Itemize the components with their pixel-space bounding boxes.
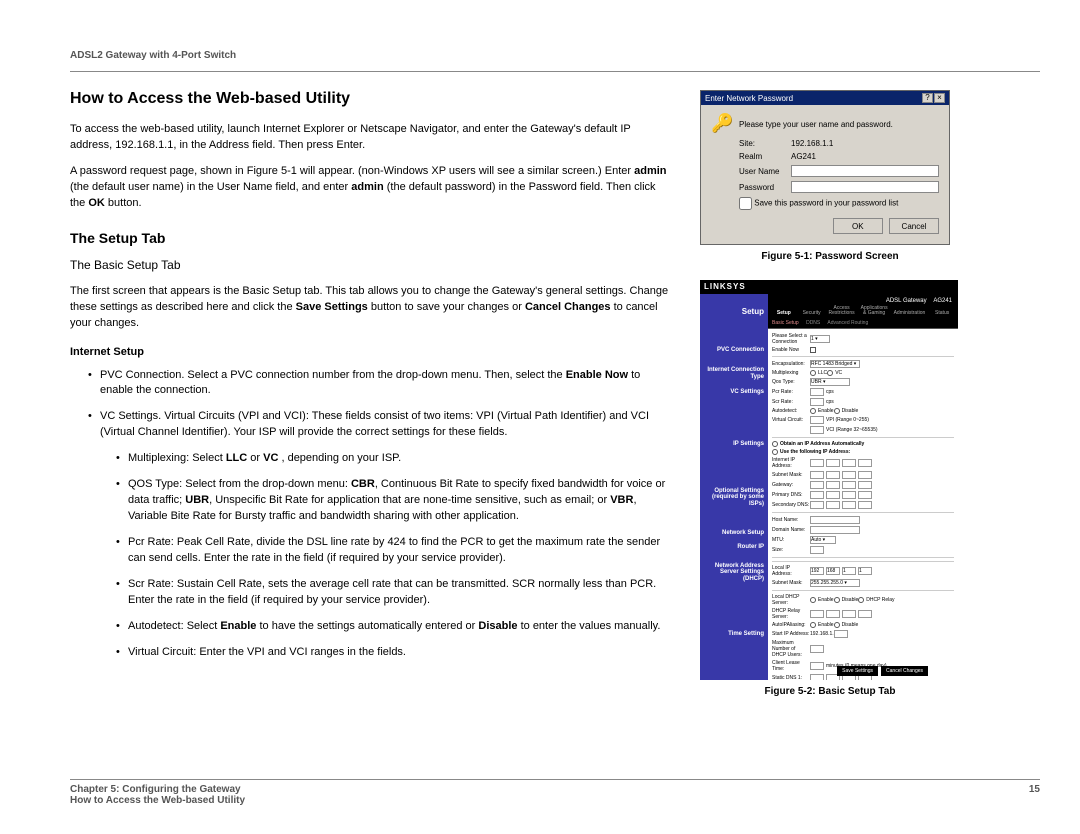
sidebar-setup: Setup [700, 308, 768, 321]
router-form: Please Select a Connection1 ▾ Enable Now… [768, 329, 958, 680]
close-icon[interactable]: × [934, 93, 945, 103]
sidebar-time: Time Setting [700, 627, 768, 642]
sidebar-network: Network Setup [700, 526, 768, 541]
page-number: 15 [1029, 784, 1040, 795]
sidebar-ip: IP Settings [700, 437, 768, 452]
subtab-routing[interactable]: Advanced Routing [827, 320, 868, 326]
heading-internet-setup: Internet Setup [70, 346, 670, 358]
footer-rule [70, 779, 1040, 780]
dialog-prompt: Please type your user name and password. [739, 120, 893, 129]
list-item-pcr: Pcr Rate: Peak Cell Rate, divide the DSL… [116, 535, 670, 567]
password-label: Password [739, 183, 791, 192]
page-footer: Chapter 5: Configuring the Gateway 15 Ho… [70, 779, 1040, 806]
tab-security[interactable]: Security [798, 309, 826, 318]
key-icon: 🔑 [711, 113, 733, 135]
heading-basic-setup: The Basic Setup Tab [70, 258, 670, 272]
dialog-body: 🔑 Please type your user name and passwor… [701, 105, 949, 244]
figure-1-caption: Figure 5-1: Password Screen [700, 251, 960, 262]
list-item-vc: VC Settings. Virtual Circuits (VPI and V… [88, 409, 670, 660]
realm-value: AG241 [791, 152, 816, 161]
cancel-button[interactable]: Cancel [889, 218, 939, 234]
header-rule [70, 71, 1040, 72]
qos-select[interactable]: UBR ▾ [810, 378, 850, 386]
tab-access[interactable]: Access Restrictions [826, 304, 858, 318]
save-settings-button[interactable]: Save Settings [837, 666, 878, 676]
save-password-row: Save this password in your password list [739, 197, 939, 210]
sidebar-vc: VC Settings [700, 385, 768, 400]
para-basic-setup: The first screen that appears is the Bas… [70, 284, 670, 332]
subtab-basic[interactable]: Basic Setup [772, 320, 799, 326]
footer-section: How to Access the Web-based Utility [70, 795, 1040, 806]
sub-list: Multiplexing: Select LLC or VC , dependi… [100, 451, 670, 660]
username-label: User Name [739, 167, 791, 176]
username-field[interactable] [791, 165, 939, 177]
realm-label: Realm [739, 152, 791, 161]
help-icon[interactable]: ? [922, 93, 933, 103]
main-content: How to Access the Web-based Utility To a… [70, 90, 1040, 715]
heading-setup-tab: The Setup Tab [70, 230, 670, 246]
save-password-checkbox[interactable] [739, 197, 752, 210]
sidebar-routerip: Router IP [700, 540, 768, 555]
list-item-qos: QOS Type: Select from the drop-down menu… [116, 477, 670, 525]
sidebar-dhcp: Network Address Server Settings (DHCP) [700, 559, 768, 587]
dialog-buttons: OK Cancel [711, 218, 939, 234]
para-access-2: A password request page, shown in Figure… [70, 164, 670, 212]
router-action-bar: Save Settings Cancel Changes [837, 666, 928, 676]
ok-button[interactable]: OK [833, 218, 883, 234]
router-subtabs: Basic Setup DDNS Advanced Routing [768, 318, 958, 329]
router-header: LINKSYS [700, 280, 958, 294]
list-item-multiplexing: Multiplexing: Select LLC or VC , dependi… [116, 451, 670, 467]
save-password-label: Save this password in your password list [754, 199, 898, 208]
tab-apps[interactable]: Applications & Gaming [858, 304, 891, 318]
subtab-ddns[interactable]: DDNS [806, 320, 820, 326]
linksys-logo: LINKSYS [704, 282, 746, 291]
figure-2-caption: Figure 5-2: Basic Setup Tab [700, 686, 960, 697]
text-column: How to Access the Web-based Utility To a… [70, 90, 670, 715]
list-item-autodetect: Autodetect: Select Enable to have the se… [116, 619, 670, 635]
product-header: ADSL2 Gateway with 4-Port Switch [70, 50, 1040, 61]
sidebar-pvc: PVC Connection [700, 343, 768, 358]
encap-select[interactable]: RFC 1483 Bridged ▾ [810, 360, 860, 368]
router-ui: LINKSYS ADSL Gateway AG241 Setup PVC Con… [700, 280, 958, 680]
enable-check[interactable] [810, 347, 816, 353]
router-sidebar: Setup PVC Connection Internet Connection… [700, 294, 768, 680]
password-dialog: Enter Network Password ?× 🔑 Please type … [700, 90, 950, 245]
router-main: Setup Security Access Restrictions Appli… [768, 294, 958, 680]
router-body: Setup PVC Connection Internet Connection… [700, 294, 958, 680]
pvc-select[interactable]: 1 ▾ [810, 335, 830, 343]
router-model: ADSL Gateway AG241 [886, 298, 952, 304]
bullet-list: PVC Connection. Select a PVC connection … [70, 368, 670, 661]
cancel-changes-button[interactable]: Cancel Changes [881, 666, 928, 676]
list-item-pvc: PVC Connection. Select a PVC connection … [88, 368, 670, 400]
heading-access: How to Access the Web-based Utility [70, 90, 670, 108]
footer-chapter: Chapter 5: Configuring the Gateway [70, 784, 241, 795]
figure-column: Enter Network Password ?× 🔑 Please type … [700, 90, 960, 715]
tab-admin[interactable]: Administration [891, 309, 929, 318]
sidebar-optional: Optional Settings (required by some ISPs… [700, 484, 768, 512]
sidebar-ict: Internet Connection Type [700, 363, 768, 384]
password-field[interactable] [791, 181, 939, 193]
tab-setup[interactable]: Setup [770, 309, 798, 318]
dialog-title-text: Enter Network Password [705, 94, 793, 103]
list-item-scr: Scr Rate: Sustain Cell Rate, sets the av… [116, 577, 670, 609]
site-value: 192.168.1.1 [791, 139, 833, 148]
dialog-window-controls: ?× [921, 93, 945, 103]
tab-status[interactable]: Status [928, 309, 956, 318]
dialog-titlebar: Enter Network Password ?× [701, 91, 949, 105]
list-item-virtual-circuit: Virtual Circuit: Enter the VPI and VCI r… [116, 645, 670, 661]
para-access-1: To access the web-based utility, launch … [70, 122, 670, 154]
site-label: Site: [739, 139, 791, 148]
